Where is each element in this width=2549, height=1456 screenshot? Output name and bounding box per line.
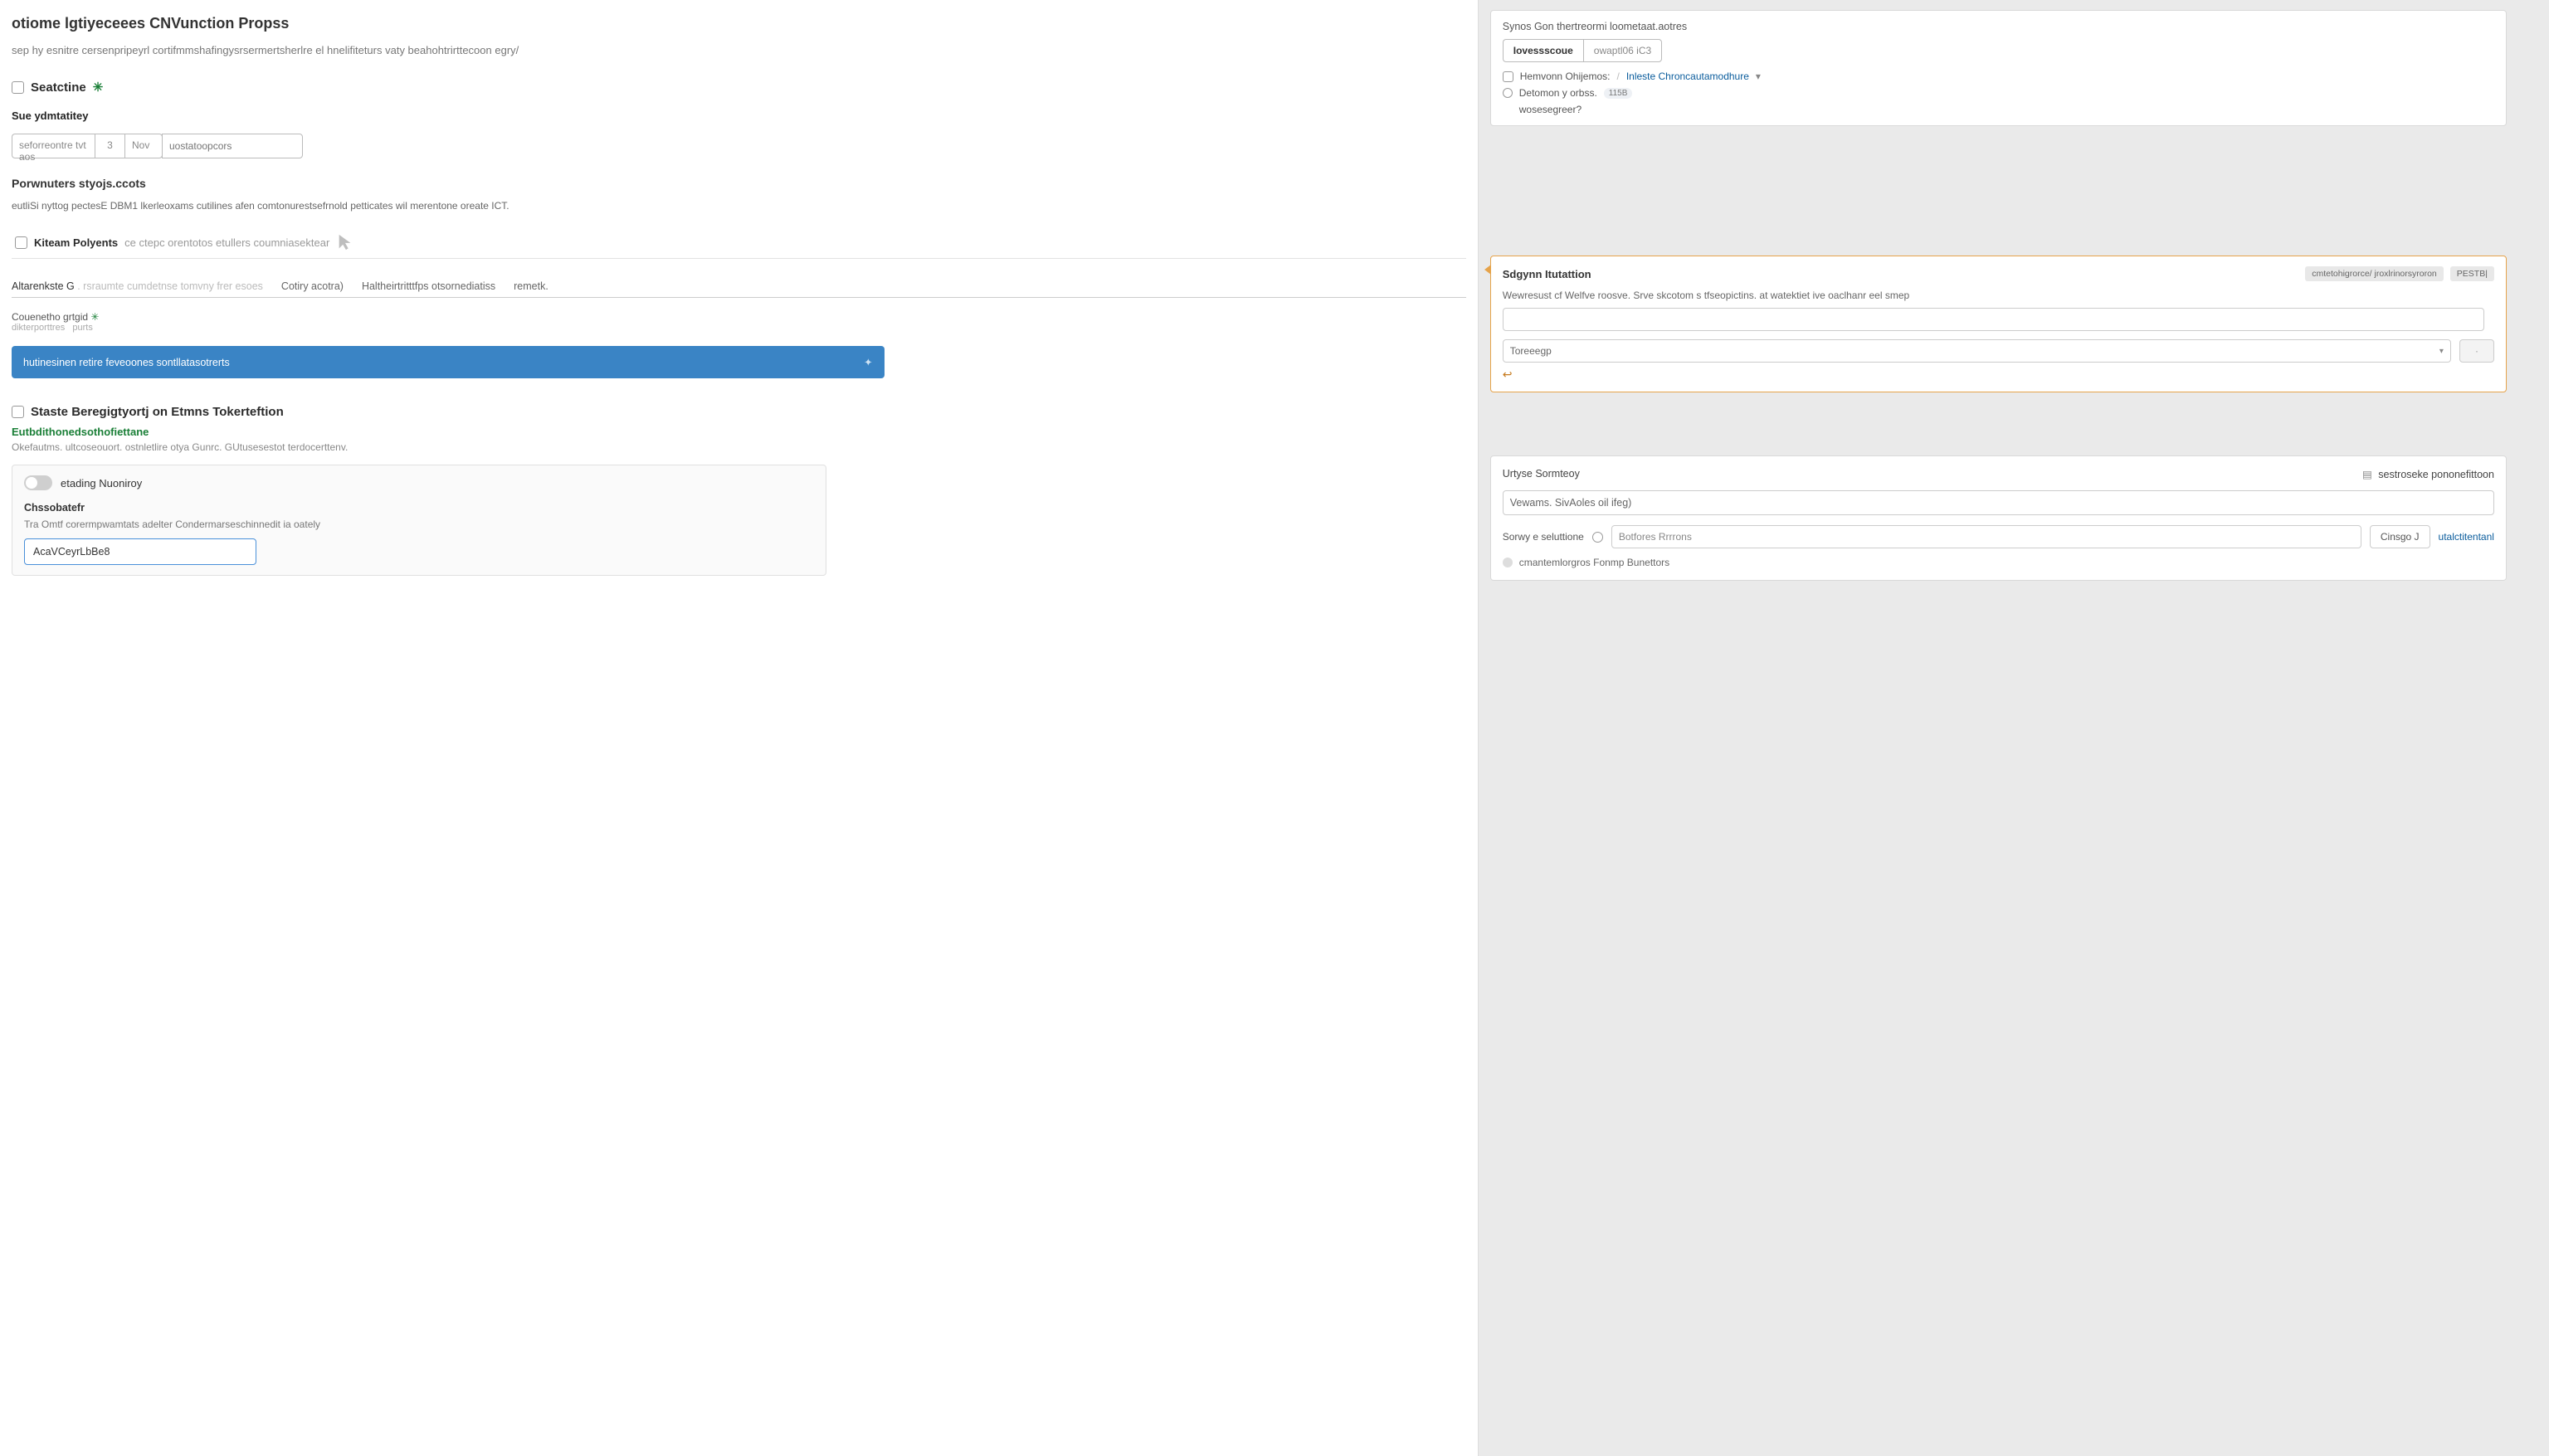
placeholder-input[interactable]: [162, 134, 303, 158]
checkbox-label: Kiteam Polyents: [34, 236, 118, 249]
sparkle-icon: ✦: [864, 356, 872, 368]
tab-1-label-b: . rsraumte cumdetnse tomvny frer esoes: [77, 280, 263, 292]
asterisk-icon: ✳: [90, 311, 99, 323]
tab-3[interactable]: Haltheirtritttfps otsornediatiss: [362, 274, 505, 297]
code-input[interactable]: AcaVCeyrLbBe8: [24, 538, 256, 565]
mini-row-1: Hemvonn Ohijemos: / Inleste Chroncautamo…: [1503, 71, 2494, 82]
summary-head-left: Urtyse Sormteoy: [1503, 468, 1580, 480]
toggle-label: etading Nuoniroy: [61, 477, 142, 489]
summary-footer: cmantemlorgros Fonmp Bunettors: [1503, 557, 2494, 568]
segmented-group: seforreontre tvt aos 3 Nov: [12, 134, 163, 158]
sync-panel: Synos Gon thertreormi loometaat.aotres I…: [1490, 10, 2507, 126]
subpanel-subheading: Chssobatefr: [24, 502, 814, 514]
gray-note: Okefautms. ultcoseouort. ostnletlire oty…: [12, 441, 1466, 453]
tab-strip: Altarenkste G . rsraumte cumdetnse tomvn…: [12, 274, 1466, 298]
section-heading-label: Seatctine: [31, 80, 86, 95]
pill-left[interactable]: Iovessscoue: [1503, 39, 1583, 62]
mini-row-2: Detomon y orbss. 115B: [1503, 87, 2494, 99]
highlight-panel-title: Sdgynn Itutattion: [1503, 268, 1591, 280]
subheading-parameters: Porwnuters styojs.ccots: [12, 177, 1466, 190]
highlight-small-button[interactable]: ·: [2459, 339, 2494, 363]
pill-group: Iovessscoue owaptl06 iC3: [1503, 39, 2494, 62]
page-title: otiome lgtiyeceees CNVunction Propss: [12, 15, 1466, 32]
summary-row-label: Sorwy e seluttione: [1503, 531, 1584, 543]
select-value: Toreeegp: [1510, 345, 1552, 357]
seg-3[interactable]: Nov: [124, 134, 163, 158]
help-text: eutliSi nyttog pectesE DBM1 lkerleoxams …: [12, 200, 1466, 212]
pill-right[interactable]: owaptl06 iC3: [1583, 39, 1662, 62]
radio-icon[interactable]: [1592, 532, 1603, 543]
seg-1[interactable]: seforreontre tvt aos: [12, 134, 95, 158]
segmented-date-row: seforreontre tvt aos 3 Nov: [12, 134, 1466, 158]
mini-row-label: wosesegreer?: [1519, 104, 1582, 115]
sync-panel-title: Synos Gon thertreormi loometaat.aotres: [1503, 21, 2494, 32]
summary-head-right: ▤ sestroseke pononefittoon: [2362, 468, 2494, 480]
toggle-switch[interactable]: [24, 475, 52, 490]
retain-policy-row[interactable]: Kiteam Polyents ce ctepc orentotos etull…: [12, 226, 1466, 259]
panel-pointer-icon: [1484, 265, 1491, 275]
section-checkbox-icon[interactable]: [12, 81, 24, 94]
sub-label: Sue ydmtatitey: [12, 110, 1466, 122]
mini-row-3: wosesegreer?: [1519, 104, 2494, 115]
status-dot-icon: [1503, 558, 1513, 567]
section-search-heading: Seatctine ✳: [12, 80, 1466, 95]
section-checkbox-icon[interactable]: [12, 406, 24, 418]
cursor-icon: [336, 233, 354, 251]
highlight-input[interactable]: [1503, 308, 2484, 331]
mini-row-label: Detomon y orbss.: [1519, 87, 1597, 99]
primary-action-label: hutinesinen retire feveoones sontllataso…: [23, 357, 230, 368]
highlight-panel-hint: Wewresust cf Welfve roosve. Srve skcotom…: [1503, 290, 2494, 301]
subpanel-desc: Tra Omtf corermpwamtats adelter Conderma…: [24, 519, 814, 530]
highlight-panel: Sdgynn Itutattion cmtetohigrorce/ jroxlr…: [1490, 256, 2507, 392]
tab-2[interactable]: Cotiry acotra): [281, 274, 353, 297]
summary-select[interactable]: Botfores Rrrrons: [1611, 525, 2361, 548]
mini-link[interactable]: Inleste Chroncautamodhure: [1626, 71, 1749, 82]
green-link[interactable]: Eutbdithonedsothofiettane: [12, 426, 1466, 438]
toggle-row: etading Nuoniroy: [24, 475, 814, 490]
tab-1[interactable]: Altarenkste G . rsraumte cumdetnse tomvn…: [12, 274, 273, 297]
page-subtitle: sep hy esnitre cersenpripeyrl cortifmmsh…: [12, 44, 1466, 56]
subpanel: etading Nuoniroy Chssobatefr Tra Omtf co…: [12, 465, 826, 576]
summary-panel: Urtyse Sormteoy ▤ sestroseke pononefitto…: [1490, 455, 2507, 581]
meta-chip-2: PESTB|: [2450, 266, 2494, 281]
meta-chip-1: cmtetohigrorce/ jroxlrinorsyroron: [2305, 266, 2444, 281]
section-state-heading: Staste Beregigtyortj on Etmns Tokertefti…: [12, 405, 1466, 419]
summary-select-value: Botfores Rrrrons: [1619, 531, 1692, 543]
doc-icon: ▤: [2362, 469, 2372, 480]
tab-1-label-a: Altarenkste G: [12, 280, 75, 292]
section-heading-label: Staste Beregigtyortj on Etmns Tokertefti…: [31, 405, 284, 419]
summary-link[interactable]: utalctitentanl: [2439, 531, 2494, 543]
mini-row-label: Hemvonn Ohijemos:: [1520, 71, 1611, 82]
highlight-select[interactable]: Toreeegp ▾: [1503, 339, 2451, 363]
chevron-down-icon: ▾: [2439, 347, 2444, 356]
summary-footer-label: cmantemlorgros Fonmp Bunettors: [1519, 557, 1669, 568]
highlight-panel-meta: cmtetohigrorce/ jroxlrinorsyroron PESTB|: [2305, 266, 2494, 281]
grid-hint: dikterporttres purts: [12, 323, 99, 333]
summary-button[interactable]: Cinsgo J: [2370, 525, 2430, 548]
mini-checkbox-icon[interactable]: [1503, 71, 1513, 82]
summary-input-value: Vewams. SivAoles oil ifeg): [1510, 497, 1632, 509]
mini-badge: 115B: [1604, 88, 1633, 99]
summary-input[interactable]: Vewams. SivAoles oil ifeg): [1503, 490, 2494, 515]
required-asterisk-icon: ✳: [93, 80, 104, 95]
arrow-icon: ↩: [1503, 368, 2494, 382]
mini-radio-icon[interactable]: [1503, 88, 1513, 98]
grid-label: Couenetho grtgid ✳: [12, 311, 99, 323]
seg-2[interactable]: 3: [95, 134, 124, 158]
primary-action-bar[interactable]: hutinesinen retire feveoones sontllataso…: [12, 346, 885, 378]
tab-4[interactable]: remetk.: [514, 274, 558, 297]
checkbox-hint: ce ctepc orentotos etullers coumniasekte…: [124, 236, 329, 249]
checkbox-icon[interactable]: [15, 236, 27, 249]
